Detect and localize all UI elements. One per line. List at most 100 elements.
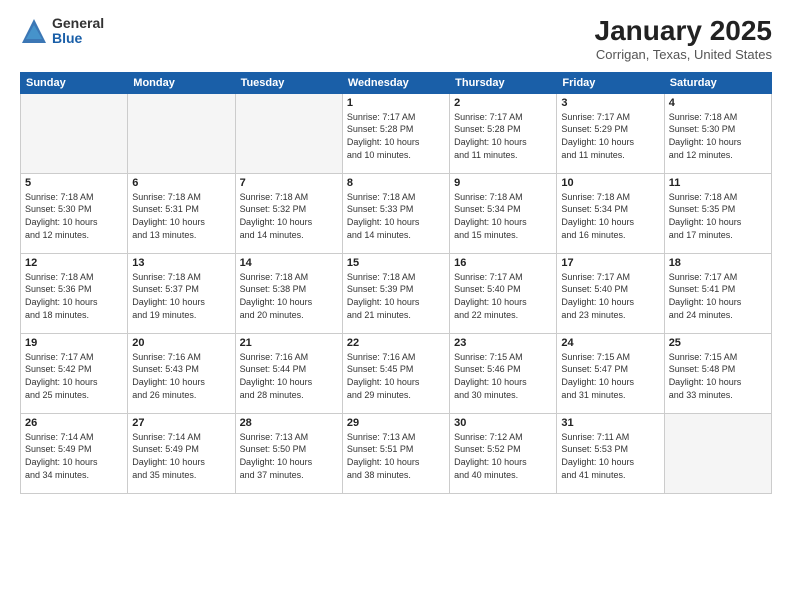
location-subtitle: Corrigan, Texas, United States <box>595 47 772 62</box>
day-detail: Sunrise: 7:18 AM Sunset: 5:31 PM Dayligh… <box>132 191 230 241</box>
calendar-cell-w5-d5: 30 Sunrise: 7:12 AM Sunset: 5:52 PM Dayli… <box>450 413 557 493</box>
calendar-cell-w5-d3: 28Sunrise: 7:13 AM Sunset: 5:50 PM Dayli… <box>235 413 342 493</box>
day-number: 5 <box>25 177 123 189</box>
day-number: 25 <box>669 337 767 349</box>
day-number: 29 <box>347 417 445 429</box>
calendar-cell-w3-d6: 17Sunrise: 7:17 AM Sunset: 5:40 PM Dayli… <box>557 253 664 333</box>
day-number: 26 <box>25 417 123 429</box>
col-thursday: Thursday <box>450 72 557 93</box>
day-number: 30 <box>454 417 552 429</box>
calendar-cell-w3-d7: 18 Sunrise: 7:17 AM Sunset: 5:41 PM Dayli… <box>664 253 771 333</box>
calendar-cell-w5-d1: 26 Sunrise: 7:14 AM Sunset: 5:49 PM Dayli… <box>21 413 128 493</box>
calendar-cell-w1-d2 <box>128 93 235 173</box>
calendar-cell-w1-d3 <box>235 93 342 173</box>
col-friday: Friday <box>557 72 664 93</box>
calendar-cell-w4-d5: 23Sunrise: 7:15 AM Sunset: 5:46 PM Dayli… <box>450 333 557 413</box>
day-number: 21 <box>240 337 338 349</box>
day-detail: Sunrise: 7:17 AM Sunset: 5:42 PM Dayligh… <box>25 351 123 401</box>
calendar-cell-w5-d4: 29 Sunrise: 7:13 AM Sunset: 5:51 PM Dayli… <box>342 413 449 493</box>
day-detail: Sunrise: 7:18 AM Sunset: 5:30 PM Dayligh… <box>669 111 767 161</box>
day-detail: Sunrise: 7:18 AM Sunset: 5:37 PM Dayligh… <box>132 271 230 321</box>
day-detail: Sunrise: 7:18 AM Sunset: 5:32 PM Dayligh… <box>240 191 338 241</box>
week-row-3: 12 Sunrise: 7:18 AM Sunset: 5:36 PM Dayli… <box>21 253 772 333</box>
day-detail: Sunrise: 7:13 AM Sunset: 5:50 PM Dayligh… <box>240 431 338 481</box>
col-saturday: Saturday <box>664 72 771 93</box>
day-detail: Sunrise: 7:17 AM Sunset: 5:29 PM Dayligh… <box>561 111 659 161</box>
calendar-cell-w4-d3: 21 Sunrise: 7:16 AM Sunset: 5:44 PM Dayli… <box>235 333 342 413</box>
calendar-cell-w1-d1 <box>21 93 128 173</box>
day-detail: Sunrise: 7:17 AM Sunset: 5:28 PM Dayligh… <box>347 111 445 161</box>
week-row-4: 19 Sunrise: 7:17 AM Sunset: 5:42 PM Dayli… <box>21 333 772 413</box>
logo-text: General Blue <box>52 16 104 47</box>
day-number: 8 <box>347 177 445 189</box>
calendar-cell-w1-d4: 1Sunrise: 7:17 AM Sunset: 5:28 PM Daylig… <box>342 93 449 173</box>
day-number: 16 <box>454 257 552 269</box>
day-number: 24 <box>561 337 659 349</box>
day-detail: Sunrise: 7:17 AM Sunset: 5:28 PM Dayligh… <box>454 111 552 161</box>
col-monday: Monday <box>128 72 235 93</box>
calendar-table: Sunday Monday Tuesday Wednesday Thursday… <box>20 72 772 494</box>
day-detail: Sunrise: 7:14 AM Sunset: 5:49 PM Dayligh… <box>25 431 123 481</box>
calendar-cell-w1-d5: 2 Sunrise: 7:17 AM Sunset: 5:28 PM Daylig… <box>450 93 557 173</box>
calendar-cell-w2-d4: 8 Sunrise: 7:18 AM Sunset: 5:33 PM Daylig… <box>342 173 449 253</box>
calendar-cell-w3-d2: 13 Sunrise: 7:18 AM Sunset: 5:37 PM Dayli… <box>128 253 235 333</box>
day-number: 3 <box>561 97 659 109</box>
day-detail: Sunrise: 7:18 AM Sunset: 5:30 PM Dayligh… <box>25 191 123 241</box>
week-row-5: 26 Sunrise: 7:14 AM Sunset: 5:49 PM Dayli… <box>21 413 772 493</box>
day-detail: Sunrise: 7:18 AM Sunset: 5:35 PM Dayligh… <box>669 191 767 241</box>
day-detail: Sunrise: 7:18 AM Sunset: 5:34 PM Dayligh… <box>454 191 552 241</box>
day-number: 2 <box>454 97 552 109</box>
day-detail: Sunrise: 7:11 AM Sunset: 5:53 PM Dayligh… <box>561 431 659 481</box>
logo-blue-text: Blue <box>52 31 104 46</box>
day-number: 12 <box>25 257 123 269</box>
day-detail: Sunrise: 7:14 AM Sunset: 5:49 PM Dayligh… <box>132 431 230 481</box>
calendar-cell-w2-d5: 9 Sunrise: 7:18 AM Sunset: 5:34 PM Daylig… <box>450 173 557 253</box>
day-detail: Sunrise: 7:17 AM Sunset: 5:40 PM Dayligh… <box>454 271 552 321</box>
day-detail: Sunrise: 7:15 AM Sunset: 5:46 PM Dayligh… <box>454 351 552 401</box>
day-number: 10 <box>561 177 659 189</box>
day-detail: Sunrise: 7:16 AM Sunset: 5:43 PM Dayligh… <box>132 351 230 401</box>
day-number: 4 <box>669 97 767 109</box>
day-detail: Sunrise: 7:18 AM Sunset: 5:34 PM Dayligh… <box>561 191 659 241</box>
col-wednesday: Wednesday <box>342 72 449 93</box>
day-detail: Sunrise: 7:13 AM Sunset: 5:51 PM Dayligh… <box>347 431 445 481</box>
day-detail: Sunrise: 7:12 AM Sunset: 5:52 PM Dayligh… <box>454 431 552 481</box>
day-detail: Sunrise: 7:18 AM Sunset: 5:33 PM Dayligh… <box>347 191 445 241</box>
calendar-cell-w3-d1: 12 Sunrise: 7:18 AM Sunset: 5:36 PM Dayli… <box>21 253 128 333</box>
day-number: 7 <box>240 177 338 189</box>
calendar-cell-w1-d6: 3 Sunrise: 7:17 AM Sunset: 5:29 PM Daylig… <box>557 93 664 173</box>
calendar-cell-w5-d2: 27Sunrise: 7:14 AM Sunset: 5:49 PM Dayli… <box>128 413 235 493</box>
calendar-cell-w4-d4: 22Sunrise: 7:16 AM Sunset: 5:45 PM Dayli… <box>342 333 449 413</box>
calendar-cell-w3-d3: 14Sunrise: 7:18 AM Sunset: 5:38 PM Dayli… <box>235 253 342 333</box>
day-number: 18 <box>669 257 767 269</box>
day-number: 20 <box>132 337 230 349</box>
calendar-cell-w2-d3: 7 Sunrise: 7:18 AM Sunset: 5:32 PM Daylig… <box>235 173 342 253</box>
calendar-cell-w2-d6: 10 Sunrise: 7:18 AM Sunset: 5:34 PM Dayli… <box>557 173 664 253</box>
logo: General Blue <box>20 16 104 47</box>
logo-general-text: General <box>52 16 104 31</box>
month-title: January 2025 <box>595 16 772 47</box>
day-detail: Sunrise: 7:18 AM Sunset: 5:38 PM Dayligh… <box>240 271 338 321</box>
calendar-cell-w5-d7 <box>664 413 771 493</box>
calendar-cell-w4-d2: 20 Sunrise: 7:16 AM Sunset: 5:43 PM Dayli… <box>128 333 235 413</box>
calendar-cell-w4-d1: 19 Sunrise: 7:17 AM Sunset: 5:42 PM Dayli… <box>21 333 128 413</box>
day-number: 13 <box>132 257 230 269</box>
calendar-cell-w2-d1: 5 Sunrise: 7:18 AM Sunset: 5:30 PM Daylig… <box>21 173 128 253</box>
day-number: 22 <box>347 337 445 349</box>
day-detail: Sunrise: 7:17 AM Sunset: 5:41 PM Dayligh… <box>669 271 767 321</box>
calendar-cell-w4-d6: 24Sunrise: 7:15 AM Sunset: 5:47 PM Dayli… <box>557 333 664 413</box>
logo-icon <box>20 17 48 45</box>
day-detail: Sunrise: 7:15 AM Sunset: 5:48 PM Dayligh… <box>669 351 767 401</box>
week-row-2: 5 Sunrise: 7:18 AM Sunset: 5:30 PM Daylig… <box>21 173 772 253</box>
calendar-cell-w2-d2: 6Sunrise: 7:18 AM Sunset: 5:31 PM Daylig… <box>128 173 235 253</box>
calendar-header-row: Sunday Monday Tuesday Wednesday Thursday… <box>21 72 772 93</box>
calendar-cell-w3-d4: 15Sunrise: 7:18 AM Sunset: 5:39 PM Dayli… <box>342 253 449 333</box>
col-sunday: Sunday <box>21 72 128 93</box>
day-number: 9 <box>454 177 552 189</box>
day-detail: Sunrise: 7:16 AM Sunset: 5:44 PM Dayligh… <box>240 351 338 401</box>
day-number: 19 <box>25 337 123 349</box>
day-number: 11 <box>669 177 767 189</box>
calendar-cell-w1-d7: 4 Sunrise: 7:18 AM Sunset: 5:30 PM Daylig… <box>664 93 771 173</box>
day-detail: Sunrise: 7:18 AM Sunset: 5:36 PM Dayligh… <box>25 271 123 321</box>
day-number: 15 <box>347 257 445 269</box>
